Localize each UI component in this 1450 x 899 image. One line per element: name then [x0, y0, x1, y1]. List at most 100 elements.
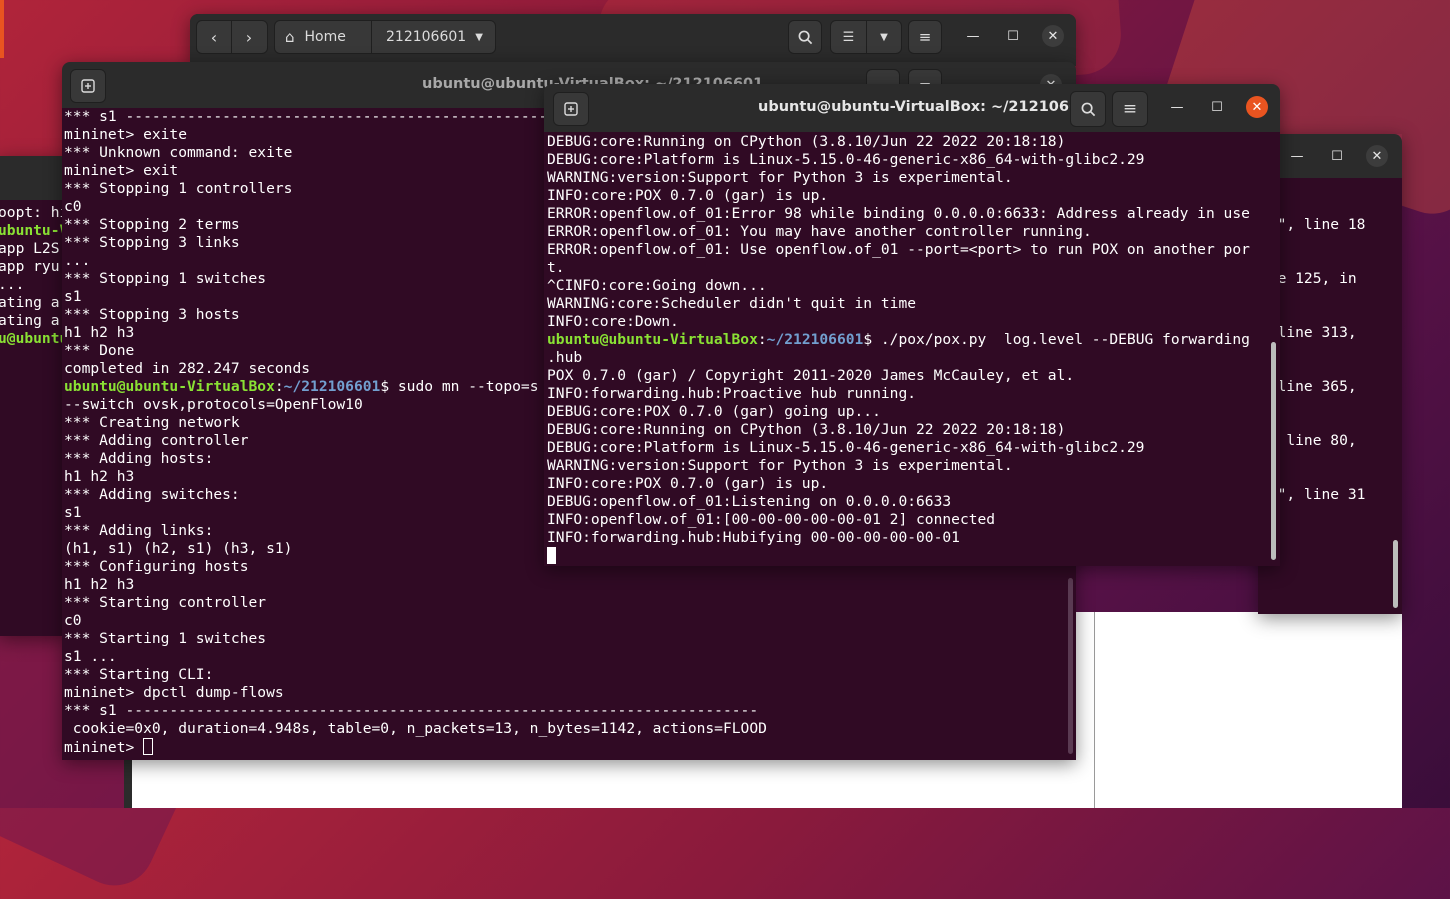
terminal-line: *** s1 ---------------------------------… [64, 702, 759, 719]
terminal-line: , line 365, [1260, 378, 1357, 395]
left-terminal-headerbar[interactable] [0, 156, 68, 200]
terminal-line: , line 313, [1260, 324, 1357, 341]
terminal-line: app L2S [0, 240, 60, 257]
prompt-path: ~/212106601 [283, 378, 381, 395]
close-icon[interactable]: ✕ [1042, 25, 1064, 47]
terminal-line: c0 [64, 612, 82, 629]
dock-edge [0, 0, 4, 58]
pox-terminal-window[interactable]: ubuntu@ubuntu-VirtualBox: ~/212106601 ≡ … [544, 84, 1280, 566]
new-tab-icon[interactable] [70, 69, 106, 103]
chevron-down-icon[interactable]: ▼ [867, 32, 901, 43]
hamburger-menu-icon[interactable]: ≡ [908, 20, 942, 54]
breadcrumb-home[interactable]: ⌂ Home [275, 28, 371, 46]
terminal-line: WARNING:version:Support for Python 3 is … [547, 169, 1013, 186]
shell-prompt-line: ubuntu@ubuntu-VirtualBox:~/212106601$ ./… [547, 331, 1280, 349]
terminal-line: DEBUG:core:Running on CPython (3.8.10/Ju… [547, 421, 1066, 438]
scrollbar[interactable] [1393, 540, 1398, 608]
prompt-user: ubuntu@ubuntu-VirtualBox [64, 378, 275, 395]
breadcrumb-folder[interactable]: 212106601 ▼ [372, 29, 495, 45]
terminal-line: INFO:core:POX 0.7.0 (gar) is up. [547, 187, 829, 204]
terminal-line: ERROR:openflow.of_01:Error 98 while bind… [547, 205, 1250, 222]
minimize-icon[interactable]: — [1286, 145, 1308, 167]
terminal-line: *** Starting CLI: [64, 666, 214, 683]
terminal-line: INFO:forwarding.hub:Hubifying 00-00-00-0… [547, 529, 960, 546]
input-line[interactable] [547, 547, 1280, 565]
terminal-line: ^CINFO:core:Going down... [547, 277, 767, 294]
search-icon[interactable] [788, 20, 822, 54]
chevron-down-icon: ▼ [475, 31, 483, 43]
terminal-line: s1 ... [64, 648, 117, 665]
terminal-line: ine 125, in [1260, 270, 1357, 287]
left-terminal-window[interactable]: oopt: hi ubuntu-V app L2S app ryu... ating a… [0, 156, 68, 636]
chevron-right-icon[interactable]: › [232, 28, 266, 47]
view-toggle[interactable]: ☰ ▼ [830, 20, 902, 54]
editor-divider [1094, 612, 1095, 808]
scrollbar[interactable] [1068, 578, 1073, 754]
terminal-line: DEBUG:core:Platform is Linux-5.15.0-46-g… [547, 151, 1145, 168]
pox-terminal-headerbar[interactable]: ubuntu@ubuntu-VirtualBox: ~/212106601 ≡ … [544, 84, 1280, 132]
terminal-line: ating a [0, 312, 60, 329]
path-bar[interactable]: ⌂ Home 212106601 ▼ [274, 20, 496, 54]
terminal-line: ubuntu-V [0, 222, 68, 239]
pox-terminal-output[interactable]: DEBUG:core:Running on CPython (3.8.10/Ju… [544, 132, 1280, 566]
maximize-icon[interactable]: ☐ [1206, 96, 1228, 118]
terminal-line: INFO:core:Down. [547, 313, 679, 330]
terminal-line: mininet> dpctl dump-flows [64, 684, 284, 701]
maximize-icon[interactable]: ☐ [1002, 25, 1024, 47]
hamburger-menu-icon[interactable]: ≡ [1112, 91, 1148, 127]
terminal-line: DEBUG:core:Platform is Linux-5.15.0-46-g… [547, 439, 1145, 456]
list-view-icon[interactable]: ☰ [831, 30, 866, 45]
file-manager-headerbar[interactable]: ‹ › ⌂ Home 212106601 ▼ ☰ ▼ ≡ — ☐ ✕ [190, 14, 1076, 58]
text-cursor [143, 738, 154, 755]
minimize-icon[interactable]: — [1166, 96, 1188, 118]
file-manager-window[interactable]: ‹ › ⌂ Home 212106601 ▼ ☰ ▼ ≡ — ☐ ✕ [190, 14, 1076, 66]
scrollbar[interactable] [1271, 342, 1276, 560]
breadcrumb-home-label: Home [304, 29, 346, 45]
terminal-line: py", line 18 [1260, 216, 1366, 233]
terminal-line: INFO:openflow.of_01:[00-00-00-00-00-01 2… [547, 511, 996, 528]
terminal-line: DEBUG:openflow.of_01:Listening on 0.0.0.… [547, 493, 952, 510]
maximize-icon[interactable]: ☐ [1326, 145, 1348, 167]
terminal-line: DEBUG:core:POX 0.7.0 (gar) going up... [547, 403, 881, 420]
terminal-line: t. [547, 259, 565, 276]
mininet-prompt: mininet> [64, 739, 144, 756]
search-icon[interactable] [1070, 91, 1106, 127]
breadcrumb-folder-label: 212106601 [386, 29, 467, 45]
minimize-icon[interactable]: — [962, 25, 984, 47]
left-terminal-output[interactable]: oopt: hi ubuntu-V app L2S app ryu... ating a… [0, 200, 68, 636]
mininet-prompt-line[interactable]: mininet> [64, 738, 1076, 756]
text-cursor [547, 547, 556, 564]
prompt-user: ubuntu@ubuntu-VirtualBox [547, 331, 758, 348]
terminal-line: ", line 80, [1260, 432, 1357, 449]
close-icon[interactable]: ✕ [1366, 145, 1388, 167]
terminal-line: cookie=0x0, duration=4.948s, table=0, n_… [64, 720, 767, 737]
terminal-line: WARNING:core:Scheduler didn't quit in ti… [547, 295, 917, 312]
terminal-line: oopt: hi [0, 204, 68, 221]
home-icon: ⌂ [285, 28, 295, 46]
prompt-command: $ ./pox/pox.py log.level --DEBUG forward… [863, 331, 1250, 348]
terminal-line: DEBUG:core:Running on CPython (3.8.10/Ju… [547, 133, 1066, 150]
terminal-line: ERROR:openflow.of_01: Use openflow.of_01… [547, 241, 1250, 258]
terminal-line: *** Starting controller [64, 594, 267, 611]
terminal-line: INFO:forwarding.hub:Proactive hub runnin… [547, 385, 917, 402]
prompt-separator: : [274, 378, 284, 395]
prompt-command: $ sudo mn --topo=s [380, 378, 539, 395]
terminal-line: WARNING:version:Support for Python 3 is … [547, 457, 1013, 474]
prompt-separator: : [757, 331, 767, 348]
close-icon[interactable]: ✕ [1246, 96, 1268, 118]
new-tab-icon[interactable] [553, 92, 589, 126]
nav-buttons[interactable]: ‹ › [196, 20, 268, 54]
terminal-line: *** Starting 1 switches [64, 630, 267, 647]
terminal-line: ating a [0, 294, 60, 311]
chevron-left-icon[interactable]: ‹ [197, 28, 231, 47]
terminal-line: ... [0, 276, 25, 293]
terminal-line: POX 0.7.0 (gar) / Copyright 2011-2020 Ja… [547, 367, 1075, 384]
